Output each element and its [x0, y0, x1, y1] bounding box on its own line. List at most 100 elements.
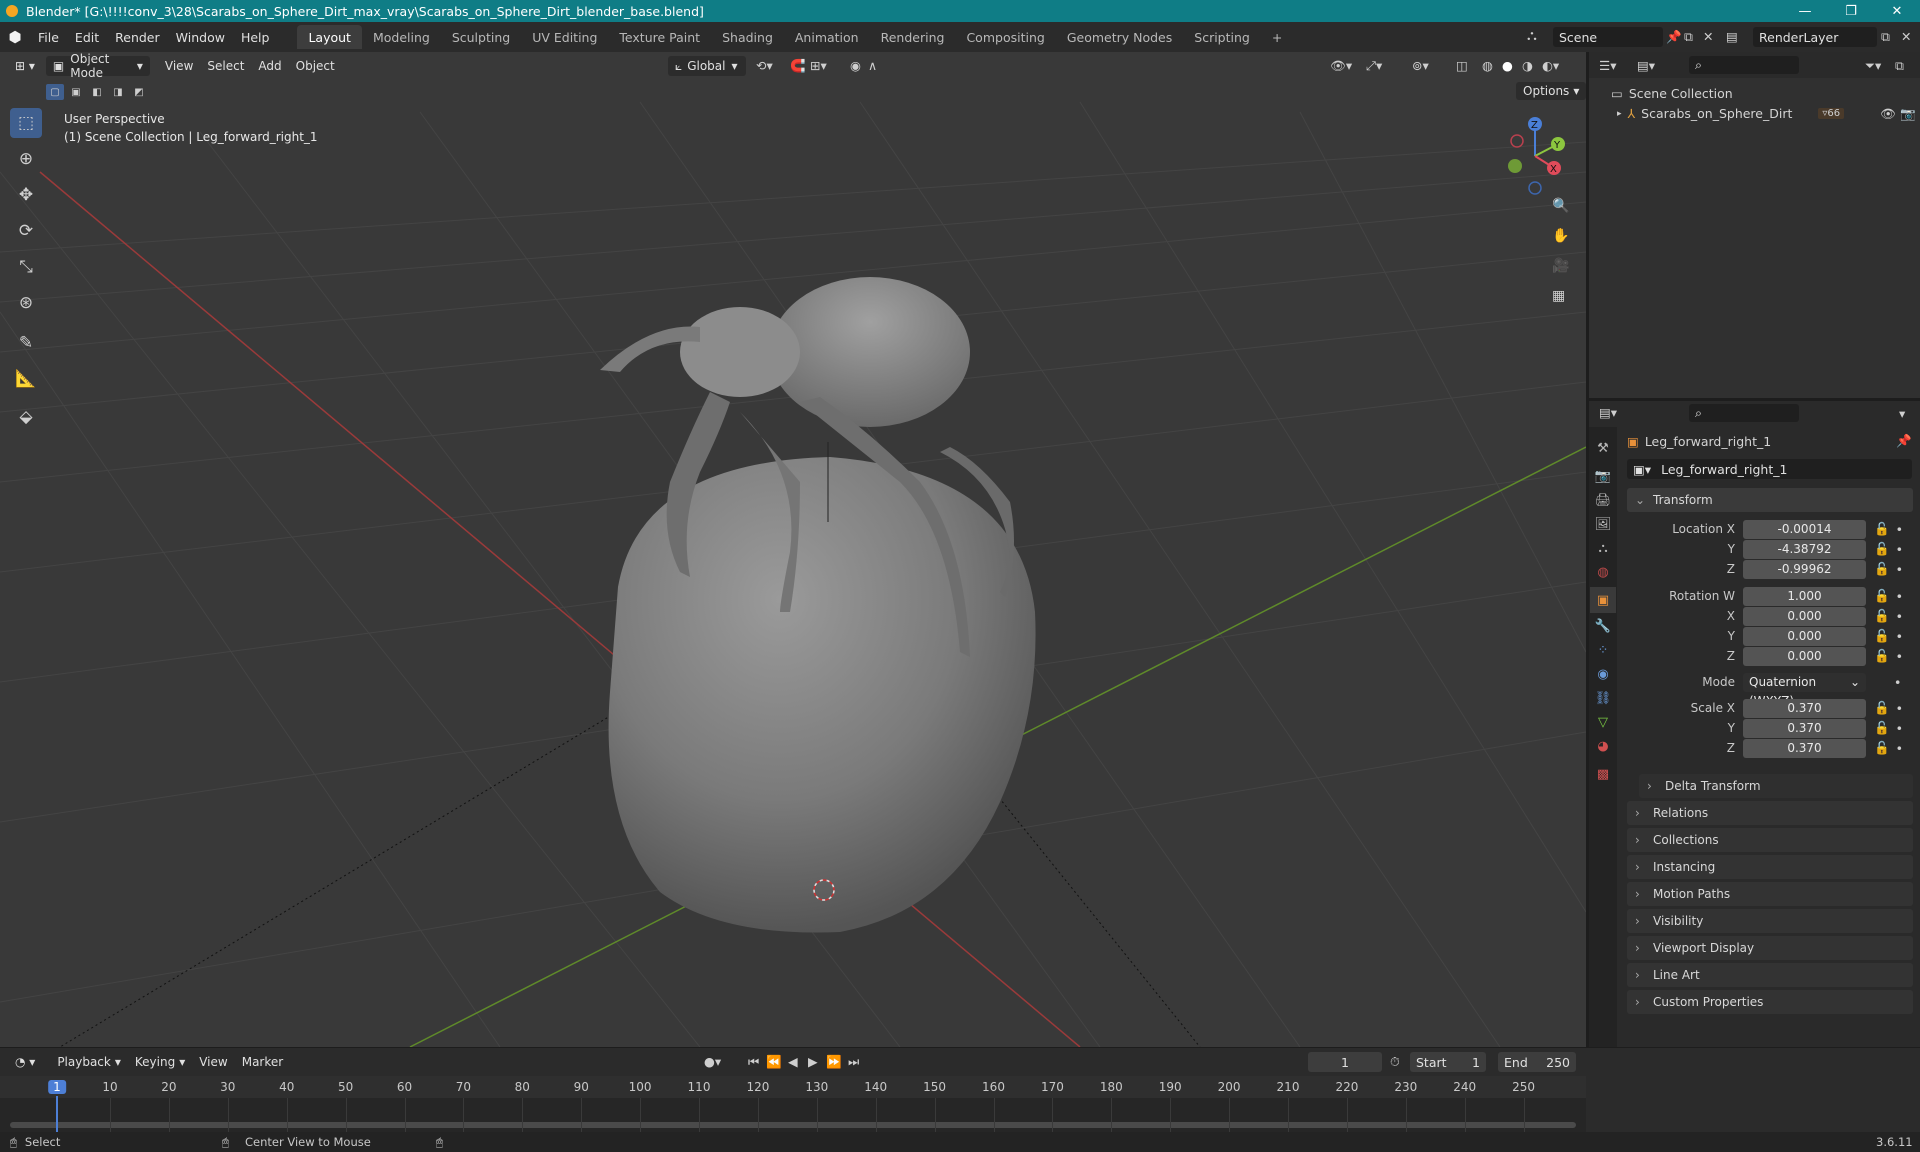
rotate-tool[interactable]: ⟳: [10, 216, 42, 246]
modifier-tab-icon[interactable]: 🔧: [1590, 613, 1616, 639]
select-box-tool[interactable]: ⬚: [10, 108, 42, 138]
end-frame-field[interactable]: End 250: [1498, 1052, 1576, 1072]
viewport-menu-select[interactable]: Select: [200, 56, 251, 76]
tab-uv-editing[interactable]: UV Editing: [521, 25, 608, 49]
outliner-editor-icon[interactable]: ☰▾: [1599, 58, 1616, 73]
lock-icon[interactable]: 🔓: [1874, 740, 1890, 756]
properties-editor-icon[interactable]: ▤▾: [1599, 405, 1617, 420]
lock-icon[interactable]: 🔓: [1874, 628, 1890, 644]
rotation-x-field[interactable]: 0.000: [1743, 606, 1866, 626]
next-keyframe-icon[interactable]: ⏩: [826, 1054, 842, 1070]
navigation-gizmo[interactable]: Z Y X: [1490, 112, 1570, 202]
wireframe-shading-icon[interactable]: ◍: [1482, 58, 1493, 73]
select-invert-icon[interactable]: ◨: [109, 84, 127, 100]
lock-icon[interactable]: 🔓: [1874, 588, 1890, 604]
close-button[interactable]: ✕: [1874, 0, 1920, 22]
start-frame-field[interactable]: Start 1: [1410, 1052, 1486, 1072]
display-mode-icon[interactable]: ▤▾: [1637, 58, 1655, 73]
play-reverse-icon[interactable]: ◀: [788, 1054, 798, 1069]
tab-shading[interactable]: Shading: [711, 25, 784, 49]
rendered-shading-icon[interactable]: ◐▾: [1542, 58, 1559, 73]
play-icon[interactable]: ▶: [808, 1054, 818, 1069]
keyframe-dot-icon[interactable]: •: [1896, 629, 1903, 644]
render-layer-field[interactable]: RenderLayer: [1753, 27, 1877, 47]
menu-help[interactable]: Help: [233, 22, 278, 52]
solid-shading-icon[interactable]: ●: [1502, 58, 1513, 73]
outliner-row-scene-collection[interactable]: ▭ Scene Collection: [1611, 86, 1733, 101]
camera-icon[interactable]: 📷: [1900, 106, 1916, 122]
snap-icon[interactable]: 🧲: [790, 58, 806, 74]
panel-line-art[interactable]: › Line Art: [1627, 963, 1913, 987]
stopwatch-icon[interactable]: ⏱: [1390, 1054, 1400, 1070]
select-extend-icon[interactable]: ▣: [67, 84, 85, 100]
timeline-menu-playback[interactable]: Playback ▾: [50, 1052, 128, 1072]
timeline-menu-marker[interactable]: Marker: [235, 1052, 290, 1072]
select-new-icon[interactable]: ▢: [46, 84, 64, 100]
menu-window[interactable]: Window: [168, 22, 233, 52]
material-shading-icon[interactable]: ◑: [1522, 58, 1533, 73]
outliner-row-object[interactable]: ▸ ⅄ Scarabs_on_Sphere_Dirt ▿ 66 👁 📷: [1617, 106, 1917, 122]
3d-viewport[interactable]: ⊞ ▾ ▣ Object Mode ▾ View Select Add Obje…: [0, 52, 1586, 1047]
options-dropdown[interactable]: Options ▾: [1516, 82, 1586, 100]
physics-tab-icon[interactable]: ◉: [1590, 661, 1616, 687]
select-subtract-icon[interactable]: ◧: [88, 84, 106, 100]
new-collection-icon[interactable]: ⧉: [1895, 58, 1904, 74]
panel-visibility[interactable]: › Visibility: [1627, 909, 1913, 933]
remove-scene-icon[interactable]: ✕: [1703, 29, 1713, 44]
new-scene-icon[interactable]: ⧉: [1684, 29, 1693, 45]
viewport-menu-add[interactable]: Add: [251, 56, 288, 76]
current-frame-field[interactable]: 1: [1308, 1052, 1382, 1072]
data-tab-icon[interactable]: ▽: [1590, 709, 1616, 735]
view-layer-tab-icon[interactable]: 🖼: [1590, 511, 1616, 537]
render-tab-icon[interactable]: 📷: [1590, 463, 1616, 489]
pivot-icon[interactable]: ⟲▾: [756, 58, 773, 73]
editor-type-icon[interactable]: ⊞ ▾: [8, 56, 42, 76]
transform-panel-header[interactable]: ⌄ Transform: [1627, 488, 1913, 512]
timeline-menu-keying[interactable]: Keying ▾: [128, 1052, 192, 1072]
tab-layout[interactable]: Layout: [297, 25, 362, 49]
object-mode-dropdown[interactable]: ▣ Object Mode ▾: [45, 52, 150, 80]
timeline-editor-icon[interactable]: ◔ ▾: [8, 1052, 42, 1072]
location-x-field[interactable]: -0.00014: [1743, 519, 1866, 539]
particles-tab-icon[interactable]: ⁘: [1590, 637, 1616, 663]
lock-icon[interactable]: 🔓: [1874, 561, 1890, 577]
keyframe-dot-icon[interactable]: •: [1896, 649, 1903, 664]
filter-icon[interactable]: ⏷▾: [1865, 58, 1881, 74]
select-intersect-icon[interactable]: ◩: [130, 84, 148, 100]
keyframe-dot-icon[interactable]: •: [1896, 522, 1903, 537]
transform-tool[interactable]: ⊛: [10, 288, 42, 318]
menu-edit[interactable]: Edit: [67, 22, 107, 52]
annotate-tool[interactable]: ✎: [10, 328, 42, 358]
keyframe-dot-icon[interactable]: •: [1896, 721, 1903, 736]
add-cube-tool[interactable]: ⬙: [10, 402, 42, 432]
scene-icon[interactable]: ⛬: [1527, 28, 1537, 44]
tab-sculpting[interactable]: Sculpting: [441, 25, 521, 49]
eye-icon[interactable]: 👁: [1880, 106, 1896, 122]
panel-collections[interactable]: › Collections: [1627, 828, 1913, 852]
rotation-z-field[interactable]: 0.000: [1743, 646, 1866, 666]
keyframe-dot-icon[interactable]: •: [1896, 741, 1903, 756]
scene-tab-icon[interactable]: ⛬: [1590, 535, 1616, 561]
blender-menu-icon[interactable]: ⬢: [0, 28, 30, 46]
view-layer-icon[interactable]: ▤: [1726, 29, 1738, 44]
visibility-icon[interactable]: 👁▾: [1330, 58, 1352, 74]
restore-button[interactable]: ❐: [1828, 0, 1874, 22]
tab-rendering[interactable]: Rendering: [870, 25, 956, 49]
scene-name-field[interactable]: Scene: [1553, 27, 1663, 47]
scale-y-field[interactable]: 0.370: [1743, 718, 1866, 738]
keyframe-dot-icon[interactable]: •: [1896, 562, 1903, 577]
panel-motion-paths[interactable]: › Motion Paths: [1627, 882, 1913, 906]
jump-start-icon[interactable]: ⏮: [748, 1054, 759, 1070]
playhead-line[interactable]: [56, 1096, 58, 1132]
object-name-field[interactable]: ▣▾ Leg_forward_right_1: [1627, 459, 1912, 479]
pan-hand-icon[interactable]: ✋: [1552, 228, 1569, 244]
output-tab-icon[interactable]: 🖨: [1590, 487, 1616, 513]
tab-scripting[interactable]: Scripting: [1183, 25, 1261, 49]
lock-icon[interactable]: 🔓: [1874, 608, 1890, 624]
scale-tool[interactable]: ⤡: [10, 252, 42, 282]
remove-layer-icon[interactable]: ✕: [1901, 29, 1911, 44]
tool-tab-icon[interactable]: ⚒: [1590, 435, 1616, 461]
record-icon[interactable]: ●▾: [704, 1054, 721, 1069]
texture-tab-icon[interactable]: ▩: [1590, 761, 1616, 787]
viewport-menu-view[interactable]: View: [158, 56, 200, 76]
